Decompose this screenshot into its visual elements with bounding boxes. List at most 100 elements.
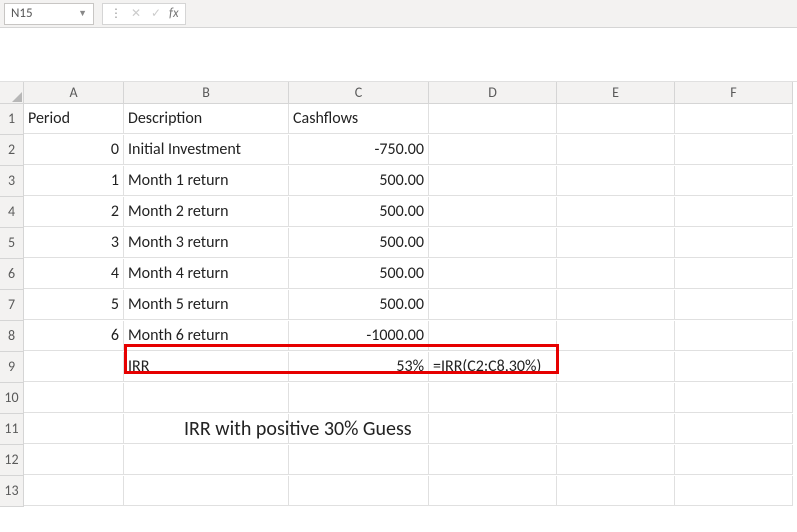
cell-D13[interactable] (429, 476, 557, 506)
cell-F1[interactable] (675, 104, 793, 134)
cell-E7[interactable] (557, 290, 675, 320)
cell-D12[interactable] (429, 445, 557, 475)
col-header-A[interactable]: A (24, 82, 124, 104)
cell-B13[interactable] (124, 476, 289, 506)
col-header-B[interactable]: B (124, 82, 289, 104)
row-header[interactable]: 2 (0, 135, 24, 166)
cell-D1[interactable] (429, 104, 557, 134)
spreadsheet[interactable]: A B C D E F 1 Period Description Cashflo… (0, 82, 797, 507)
cell-F7[interactable] (675, 290, 793, 320)
cell-D11[interactable] (429, 414, 557, 444)
row-header[interactable]: 4 (0, 197, 24, 228)
cell-A10[interactable] (24, 383, 124, 413)
cell-E5[interactable] (557, 228, 675, 258)
cell-C1[interactable]: Cashflows (289, 104, 429, 134)
cell-E10[interactable] (557, 383, 675, 413)
row-header[interactable]: 7 (0, 290, 24, 321)
cell-F6[interactable] (675, 259, 793, 289)
cell-F10[interactable] (675, 383, 793, 413)
cell-C12[interactable] (289, 445, 429, 475)
cell-C2[interactable]: -750.00 (289, 135, 429, 165)
cell-A7[interactable]: 5 (24, 290, 124, 320)
row-header[interactable]: 6 (0, 259, 24, 290)
name-box[interactable]: N15 ▼ (4, 3, 94, 25)
cell-A1[interactable]: Period (24, 104, 124, 134)
cell-A6[interactable]: 4 (24, 259, 124, 289)
cell-D10[interactable] (429, 383, 557, 413)
row-header[interactable]: 3 (0, 166, 24, 197)
cell-C4[interactable]: 500.00 (289, 197, 429, 227)
cell-E8[interactable] (557, 321, 675, 351)
cell-F13[interactable] (675, 476, 793, 506)
cell-C10[interactable] (289, 383, 429, 413)
cell-F9[interactable] (675, 352, 793, 382)
cell-C9[interactable]: 53% (289, 352, 429, 382)
cell-B7[interactable]: Month 5 return (124, 290, 289, 320)
row-header[interactable]: 12 (0, 445, 24, 476)
cell-A12[interactable] (24, 445, 124, 475)
col-header-C[interactable]: C (289, 82, 429, 104)
cell-A9[interactable] (24, 352, 124, 382)
cell-B12[interactable] (124, 445, 289, 475)
cell-D2[interactable] (429, 135, 557, 165)
cell-A5[interactable]: 3 (24, 228, 124, 258)
cell-E9[interactable] (557, 352, 675, 382)
cell-D9[interactable]: =IRR(C2:C8,30%) (429, 352, 557, 382)
col-header-E[interactable]: E (557, 82, 675, 104)
row-header[interactable]: 11 (0, 414, 24, 445)
cell-C3[interactable]: 500.00 (289, 166, 429, 196)
cell-A11[interactable] (24, 414, 124, 444)
cell-F11[interactable] (675, 414, 793, 444)
col-header-D[interactable]: D (429, 82, 557, 104)
row-header[interactable]: 1 (0, 104, 24, 135)
cell-C8[interactable]: -1000.00 (289, 321, 429, 351)
cell-E11[interactable] (557, 414, 675, 444)
confirm-icon[interactable]: ✓ (147, 5, 165, 23)
cell-F4[interactable] (675, 197, 793, 227)
row-header[interactable]: 8 (0, 321, 24, 352)
row-header[interactable]: 5 (0, 228, 24, 259)
cell-E6[interactable] (557, 259, 675, 289)
cell-D8[interactable] (429, 321, 557, 351)
cell-B11[interactable]: IRR with positive 30% Guess (124, 414, 289, 444)
cell-D6[interactable] (429, 259, 557, 289)
cell-B10[interactable] (124, 383, 289, 413)
cell-A8[interactable]: 6 (24, 321, 124, 351)
cell-F5[interactable] (675, 228, 793, 258)
cell-E4[interactable] (557, 197, 675, 227)
formula-input[interactable] (194, 5, 694, 23)
cell-A3[interactable]: 1 (24, 166, 124, 196)
cell-B8[interactable]: Month 6 return (124, 321, 289, 351)
cell-F12[interactable] (675, 445, 793, 475)
cell-B9[interactable]: IRR (124, 352, 289, 382)
cell-F8[interactable] (675, 321, 793, 351)
cell-B2[interactable]: Initial Investment (124, 135, 289, 165)
cell-E13[interactable] (557, 476, 675, 506)
cell-A2[interactable]: 0 (24, 135, 124, 165)
select-all-corner[interactable] (0, 82, 24, 104)
chevron-down-icon[interactable]: ▼ (78, 8, 87, 19)
cell-C5[interactable]: 500.00 (289, 228, 429, 258)
fx-label[interactable]: fx (167, 6, 181, 21)
cell-E3[interactable] (557, 166, 675, 196)
cell-C6[interactable]: 500.00 (289, 259, 429, 289)
cell-D7[interactable] (429, 290, 557, 320)
cell-A13[interactable] (24, 476, 124, 506)
cell-D4[interactable] (429, 197, 557, 227)
row-header[interactable]: 13 (0, 476, 24, 507)
cell-B5[interactable]: Month 3 return (124, 228, 289, 258)
cell-D3[interactable] (429, 166, 557, 196)
cell-E1[interactable] (557, 104, 675, 134)
cell-B4[interactable]: Month 2 return (124, 197, 289, 227)
row-header[interactable]: 10 (0, 383, 24, 414)
cell-C13[interactable] (289, 476, 429, 506)
cell-B1[interactable]: Description (124, 104, 289, 134)
col-header-F[interactable]: F (675, 82, 793, 104)
cell-B6[interactable]: Month 4 return (124, 259, 289, 289)
row-header[interactable]: 9 (0, 352, 24, 383)
cell-F3[interactable] (675, 166, 793, 196)
cell-A4[interactable]: 2 (24, 197, 124, 227)
cell-F2[interactable] (675, 135, 793, 165)
cell-E12[interactable] (557, 445, 675, 475)
cell-D5[interactable] (429, 228, 557, 258)
